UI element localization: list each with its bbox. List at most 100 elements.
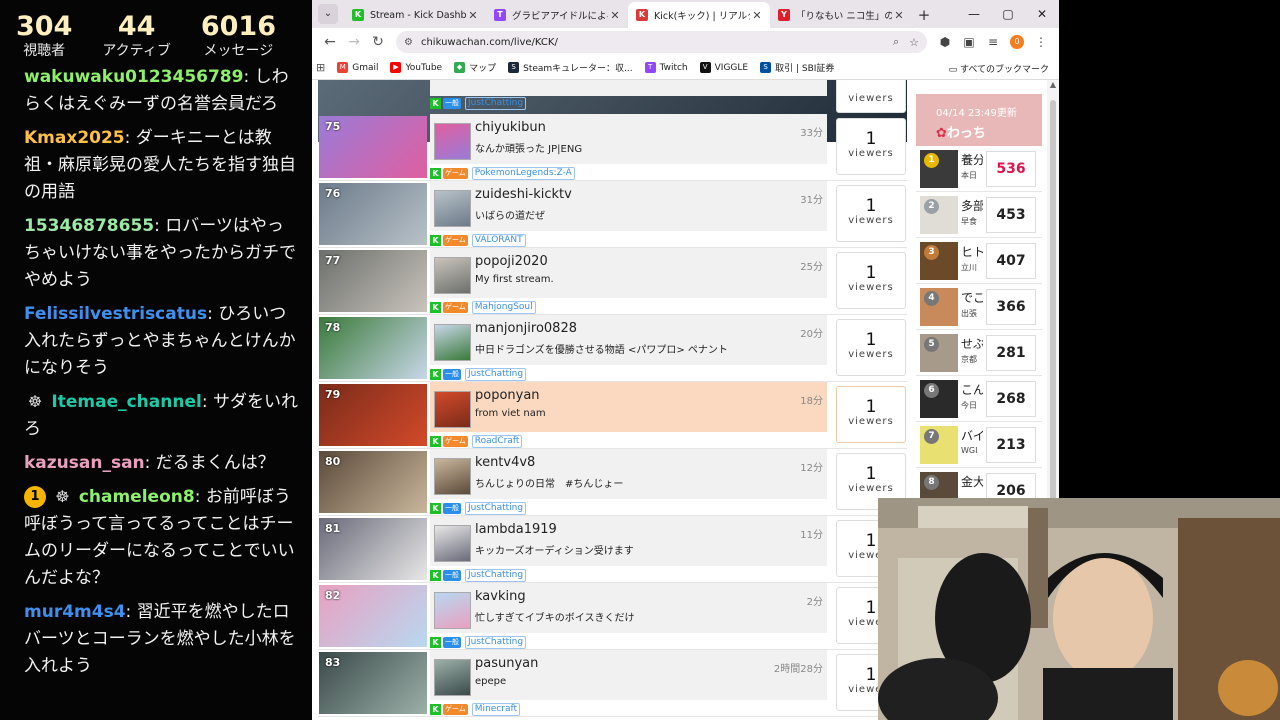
browser-tab[interactable]: K Stream - Kick Dashboard✕ xyxy=(344,2,486,28)
streamer-name[interactable]: pasunyan xyxy=(475,656,538,671)
viewer-count: 1 xyxy=(865,263,877,283)
table-row[interactable]: K 一般 JustChatting viewers xyxy=(318,80,907,142)
streamer-avatar[interactable] xyxy=(434,659,471,696)
ranking-item[interactable]: 3 ヒト 立川 407 xyxy=(916,238,1042,284)
table-row[interactable]: 77 popoji2020 My first stream. 25分 K ゲーム Mahjo… xyxy=(318,248,907,315)
chat-username[interactable]: Felissilvestriscatus xyxy=(24,304,207,324)
game-tag[interactable]: PokemonLegends:Z-A xyxy=(471,166,575,180)
bookmark-item[interactable]: V VIGGLE xyxy=(699,61,748,74)
elapsed-time: 18分 xyxy=(800,396,823,407)
table-row[interactable]: 78 manjonjiro0828 中日ドラゴンズを優勝させる物語 <パワプロ> ペ… xyxy=(318,315,907,382)
game-tag[interactable]: VALORANT xyxy=(471,233,526,247)
ranking-item[interactable]: 4 でこ 出張 366 xyxy=(916,284,1042,330)
scroll-up-icon[interactable]: ▲ xyxy=(1047,80,1059,89)
bookmark-item[interactable]: T Twitch xyxy=(644,61,688,74)
address-bar[interactable]: ⚙ chikuwachan.com/live/KCK/ ⌕ ☆ xyxy=(396,31,927,53)
tab-close-icon[interactable]: ✕ xyxy=(608,9,622,22)
streamer-name[interactable]: popoji2020 xyxy=(475,254,548,269)
ranker-subtitle: 早食 xyxy=(961,217,977,226)
chat-username[interactable]: Kmax2025 xyxy=(24,128,125,148)
browser-tab[interactable]: K Kick(キック) | リアルタイムラン✕ xyxy=(628,2,770,28)
new-tab-button[interactable]: + xyxy=(912,6,936,24)
streamer-name[interactable]: kentv4v8 xyxy=(475,455,535,470)
menu-dots-icon[interactable]: ⋮ xyxy=(1029,35,1053,49)
chat-username[interactable]: wakuwaku0123456789 xyxy=(24,67,243,87)
table-row[interactable]: 80 kentv4v8 ちんじょりの日常 #ちんじょー 12分 K 一般 JustChatt… xyxy=(318,449,907,516)
streamer-name[interactable]: zuideshi-kicktv xyxy=(475,187,572,202)
all-bookmarks-folder[interactable]: ▭ すべてのブックマーク xyxy=(949,62,1049,75)
zoom-icon[interactable]: ⌕ xyxy=(893,35,899,49)
stream-thumbnail[interactable]: 77 xyxy=(319,250,427,312)
ranking-item[interactable]: 2 多部 早食 453 xyxy=(916,192,1042,238)
extensions-puzzle-icon[interactable]: ▣ xyxy=(957,35,981,49)
game-tag[interactable]: JustChatting xyxy=(465,501,527,515)
table-row[interactable]: 83 pasunyan epepe 2時間28分 K ゲーム Minecraft 1 viewe… xyxy=(318,650,907,717)
game-tag[interactable]: JustChatting xyxy=(465,568,527,582)
table-row[interactable]: 76 zuideshi-kicktv いばらの道だぜ 31分 K ゲーム VALORANT 1… xyxy=(318,181,907,248)
stream-thumbnail[interactable]: 78 xyxy=(319,317,427,379)
game-tag[interactable]: JustChatting xyxy=(465,367,527,381)
tab-close-icon[interactable]: ✕ xyxy=(750,9,764,22)
chat-username[interactable]: 15346878655 xyxy=(24,216,154,236)
back-arrow-icon[interactable]: ← xyxy=(318,34,342,50)
extension-icon[interactable]: ⬢ xyxy=(933,35,957,49)
game-tag[interactable]: MahjongSoul xyxy=(471,300,536,314)
close-window-icon[interactable]: ✕ xyxy=(1025,0,1059,28)
streamer-avatar[interactable] xyxy=(434,525,471,562)
browser-tab[interactable]: T グラビアアイドルによる雑談配信✕ xyxy=(486,2,628,28)
forward-arrow-icon[interactable]: → xyxy=(342,34,366,50)
apps-grid-icon[interactable]: ⊞ xyxy=(316,61,325,74)
bookmark-item[interactable]: S 取引 | SBI証券 xyxy=(760,61,834,74)
minimize-icon[interactable]: — xyxy=(957,0,991,28)
stream-thumbnail[interactable]: 82 xyxy=(319,585,427,647)
game-tag[interactable]: Minecraft xyxy=(471,702,521,716)
table-row[interactable]: 79 poponyan from viet nam 18分 K ゲーム RoadCraft 1… xyxy=(318,382,907,449)
media-control-icon[interactable]: ≡ xyxy=(981,35,1005,49)
stream-thumbnail[interactable]: 83 xyxy=(319,652,427,714)
bookmark-item[interactable]: M Gmail xyxy=(337,61,378,74)
ranking-item[interactable]: 1 養分 本日 536 xyxy=(916,146,1042,192)
streamer-avatar[interactable] xyxy=(434,257,471,294)
stream-thumbnail[interactable]: 80 xyxy=(319,451,427,513)
stream-thumbnail[interactable]: 76 xyxy=(319,183,427,245)
tab-close-icon[interactable]: ✕ xyxy=(892,9,906,22)
bookmark-item[interactable]: ▶ YouTube xyxy=(390,61,442,74)
table-row[interactable]: 75 chiyukibun なんか頑張った JP|ENG 33分 K ゲーム Pokemon… xyxy=(318,114,907,181)
streamer-name[interactable]: poponyan xyxy=(475,388,540,403)
reload-icon[interactable]: ↻ xyxy=(366,34,390,50)
ranking-item[interactable]: 5 せぶ 京都 281 xyxy=(916,330,1042,376)
ranking-item[interactable]: 7 バイ WGI 213 xyxy=(916,422,1042,468)
bookmark-item[interactable]: ◆ マップ xyxy=(454,61,496,74)
streamer-name[interactable]: chiyukibun xyxy=(475,120,546,135)
streamer-avatar[interactable] xyxy=(434,324,471,361)
streamer-avatar[interactable] xyxy=(434,123,471,160)
streamer-avatar[interactable] xyxy=(434,458,471,495)
streamer-name[interactable]: manjonjiro0828 xyxy=(475,321,577,336)
maximize-icon[interactable]: ▢ xyxy=(991,0,1025,28)
stream-thumbnail[interactable]: 75 xyxy=(319,116,427,178)
table-row[interactable]: 82 kavking 忙しすぎてイブキのボイスきくだけ 2分 K 一般 JustChatti… xyxy=(318,583,907,650)
chat-username[interactable]: chameleon8 xyxy=(79,487,195,507)
stream-thumbnail[interactable]: 79 xyxy=(319,384,427,446)
game-tag[interactable]: RoadCraft xyxy=(471,434,523,448)
bookmark-star-icon[interactable]: ☆ xyxy=(909,36,919,49)
game-tag[interactable]: JustChatting xyxy=(465,97,527,110)
profile-avatar[interactable]: 0 xyxy=(1010,35,1024,49)
game-tag[interactable]: JustChatting xyxy=(465,635,527,649)
tab-close-icon[interactable]: ✕ xyxy=(466,9,480,22)
stream-thumbnail[interactable]: 81 xyxy=(319,518,427,580)
streamer-avatar[interactable] xyxy=(434,190,471,227)
table-row[interactable]: 81 lambda1919 キッカーズオーディション受けます 11分 K 一般 JustCh… xyxy=(318,516,907,583)
site-info-icon[interactable]: ⚙ xyxy=(404,37,413,48)
tab-search-button[interactable]: ⌄ xyxy=(318,4,338,24)
streamer-avatar[interactable] xyxy=(434,391,471,428)
streamer-name[interactable]: lambda1919 xyxy=(475,522,557,537)
streamer-name[interactable]: kavking xyxy=(475,589,526,604)
ranking-item[interactable]: 6 こん 今日 268 xyxy=(916,376,1042,422)
browser-tab[interactable]: Y 「りなもい ニコ生」の検索結果✕ xyxy=(770,2,912,28)
chat-username[interactable]: mur4m4s4 xyxy=(24,602,126,622)
streamer-avatar[interactable] xyxy=(434,592,471,629)
chat-username[interactable]: Itemae_channel xyxy=(51,392,201,412)
chat-username[interactable]: kazusan_san xyxy=(24,453,145,473)
bookmark-item[interactable]: S Steamキュレーター：収... xyxy=(508,61,633,74)
